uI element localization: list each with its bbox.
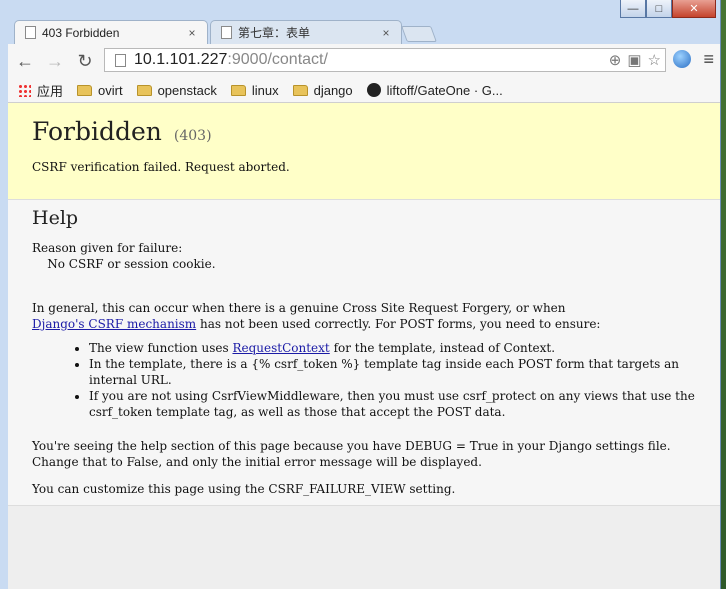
- reload-icon: ↻: [77, 50, 93, 71]
- bookmark-ovirt[interactable]: ovirt: [77, 83, 123, 98]
- forward-arrow-icon: →: [46, 50, 64, 71]
- back-button[interactable]: ←: [12, 48, 38, 74]
- bookmark-label: ovirt: [98, 82, 123, 98]
- toolbar-right: ≡: [673, 50, 714, 68]
- folder-icon: [136, 84, 152, 96]
- close-window-button[interactable]: ✕: [672, 0, 716, 18]
- bookmark-openstack[interactable]: openstack: [136, 82, 217, 98]
- help-heading: Help: [32, 207, 79, 229]
- page-icon: [115, 53, 126, 67]
- bookmark-label: 应用: [37, 83, 64, 99]
- bookmarks-bar: 应用 ovirt openstack linux django liftoff/…: [8, 78, 720, 103]
- browser-window: — □ ✕ 403 Forbidden × 第七章：表单 × ← → ↻ 10.…: [0, 0, 721, 589]
- title-text: Forbidden: [32, 117, 162, 146]
- reason-label: Reason given for failure:: [32, 241, 183, 255]
- github-icon: [366, 83, 381, 97]
- debug-note: You're seeing the help section of this p…: [32, 439, 671, 469]
- tab-close-icon[interactable]: ×: [185, 26, 199, 40]
- forward-button[interactable]: →: [42, 48, 68, 74]
- apps-icon: [18, 83, 31, 97]
- bookmark-label: linux: [251, 82, 279, 98]
- bullet-text: for the template, instead of Context.: [329, 341, 556, 355]
- extension-globe-icon[interactable]: [673, 50, 692, 68]
- maximize-button[interactable]: □: [646, 0, 672, 18]
- error-summary: Forbidden (403) CSRF verification failed.…: [8, 103, 720, 200]
- list-item: In the template, there is a {% csrf_toke…: [89, 356, 696, 388]
- tab-chapter7-forms[interactable]: 第七章：表单 ×: [210, 20, 402, 44]
- error-message: CSRF verification failed. Request aborte…: [32, 160, 290, 174]
- url-path: :9000/contact/: [227, 51, 328, 68]
- requestcontext-link[interactable]: RequestContext: [232, 341, 329, 355]
- omnibox-actions: ⊕ ▣ ☆: [609, 51, 661, 69]
- tab-title: 第七章：表单: [238, 26, 311, 40]
- address-bar[interactable]: 10.1.101.227:9000/contact/ ⊕ ▣ ☆: [104, 48, 666, 72]
- requirements-list: The view function uses RequestContext fo…: [32, 340, 696, 420]
- bookmark-gateone[interactable]: liftoff/GateOne · G...: [366, 82, 503, 98]
- csrf-mechanism-link[interactable]: Django's CSRF mechanism: [32, 317, 196, 331]
- reload-button[interactable]: ↻: [72, 48, 98, 74]
- tab-close-icon[interactable]: ×: [379, 26, 393, 40]
- translate-icon[interactable]: ▣: [627, 51, 641, 69]
- page-viewport[interactable]: Forbidden (403) CSRF verification failed.…: [8, 103, 720, 589]
- bookmark-django[interactable]: django: [292, 82, 353, 98]
- zoom-icon[interactable]: ⊕: [609, 51, 622, 69]
- url-host: 10.1.101.227: [134, 51, 228, 68]
- title-bar: — □ ✕ 403 Forbidden × 第七章：表单 ×: [0, 0, 720, 44]
- tab-title: 403 Forbidden: [42, 25, 120, 40]
- tab-403-forbidden[interactable]: 403 Forbidden ×: [14, 20, 208, 44]
- window-controls: — □ ✕: [620, 0, 716, 18]
- page-title: Forbidden (403): [32, 117, 696, 146]
- folder-icon: [230, 84, 246, 96]
- bookmark-label: django: [313, 82, 353, 98]
- back-arrow-icon: ←: [16, 50, 34, 71]
- general-paragraph: In general, this can occur when there is…: [32, 300, 696, 332]
- list-item: The view function uses RequestContext fo…: [89, 340, 696, 356]
- folder-icon: [77, 84, 93, 96]
- minimize-button[interactable]: —: [620, 0, 646, 18]
- bookmark-linux[interactable]: linux: [230, 82, 279, 98]
- bookmark-label: openstack: [157, 82, 217, 98]
- customize-note: You can customize this page using the CS…: [32, 482, 456, 496]
- bookmark-star-icon[interactable]: ☆: [648, 51, 661, 69]
- page-icon: [221, 26, 232, 39]
- menu-icon[interactable]: ≡: [703, 50, 714, 68]
- browser-toolbar: ← → ↻ 10.1.101.227:9000/contact/ ⊕ ▣ ☆ ≡: [8, 44, 720, 78]
- new-tab-button[interactable]: [401, 26, 437, 42]
- list-item: If you are not using CsrfViewMiddleware,…: [89, 388, 696, 420]
- folder-icon: [292, 84, 308, 96]
- bookmark-label: liftoff/GateOne · G...: [386, 82, 503, 98]
- bullet-text: The view function uses: [89, 341, 233, 355]
- help-section: Help Reason given for failure: No CSRF o…: [8, 200, 720, 506]
- general-text-2: has not been used correctly. For POST fo…: [196, 317, 601, 331]
- status-code: (403): [173, 128, 212, 144]
- reason-value: No CSRF or session cookie.: [32, 257, 216, 271]
- bookmark-apps[interactable]: 应用: [18, 81, 63, 100]
- page-icon: [25, 26, 36, 39]
- general-text: In general, this can occur when there is…: [32, 301, 566, 315]
